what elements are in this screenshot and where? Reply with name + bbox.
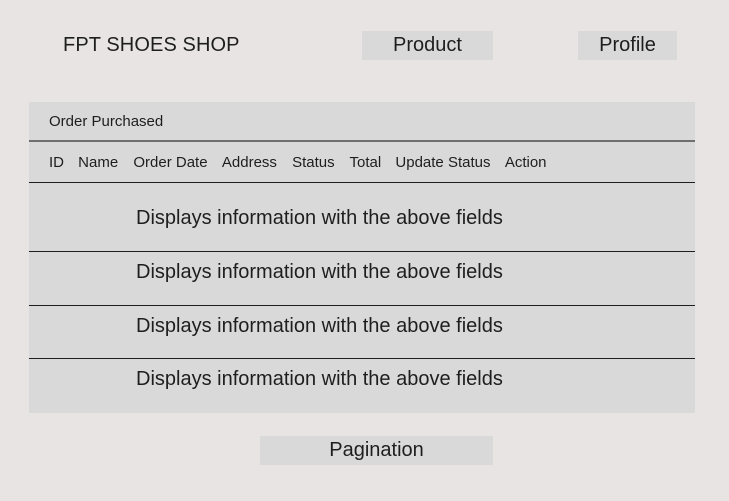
column-header-action: Action: [504, 154, 547, 171]
title-divider: [29, 140, 695, 142]
column-header-id: ID: [49, 154, 64, 171]
column-header-status: Status: [292, 154, 335, 171]
row-info-text: Displays information with the above fiel…: [136, 368, 503, 390]
column-header-total: Total: [349, 154, 382, 171]
nav-product-button[interactable]: Product: [362, 31, 493, 60]
table-row[interactable]: Displays information with the above fiel…: [29, 183, 695, 251]
orders-panel-title: Order Purchased: [49, 113, 164, 130]
table-header: ID Name Order Date Address Status Total …: [49, 143, 557, 183]
row-info-text: Displays information with the above fiel…: [136, 261, 503, 283]
column-header-order-date: Order Date: [133, 154, 208, 171]
column-header-address: Address: [221, 154, 277, 171]
column-header-name: Name: [78, 154, 119, 171]
nav-profile-button[interactable]: Profile: [578, 31, 677, 60]
table-row[interactable]: Displays information with the above fiel…: [29, 306, 695, 358]
pagination-control[interactable]: Pagination: [260, 436, 493, 465]
shop-logo-text: FPT SHOES SHOP: [63, 34, 240, 56]
table-row[interactable]: Displays information with the above fiel…: [29, 252, 695, 305]
orders-panel: Order Purchased ID Name Order Date Addre…: [29, 102, 695, 413]
row-info-text: Displays information with the above fiel…: [136, 207, 503, 229]
row-info-text: Displays information with the above fiel…: [136, 315, 503, 337]
column-header-update-status: Update Status: [395, 154, 491, 171]
table-row[interactable]: Displays information with the above fiel…: [29, 359, 695, 413]
